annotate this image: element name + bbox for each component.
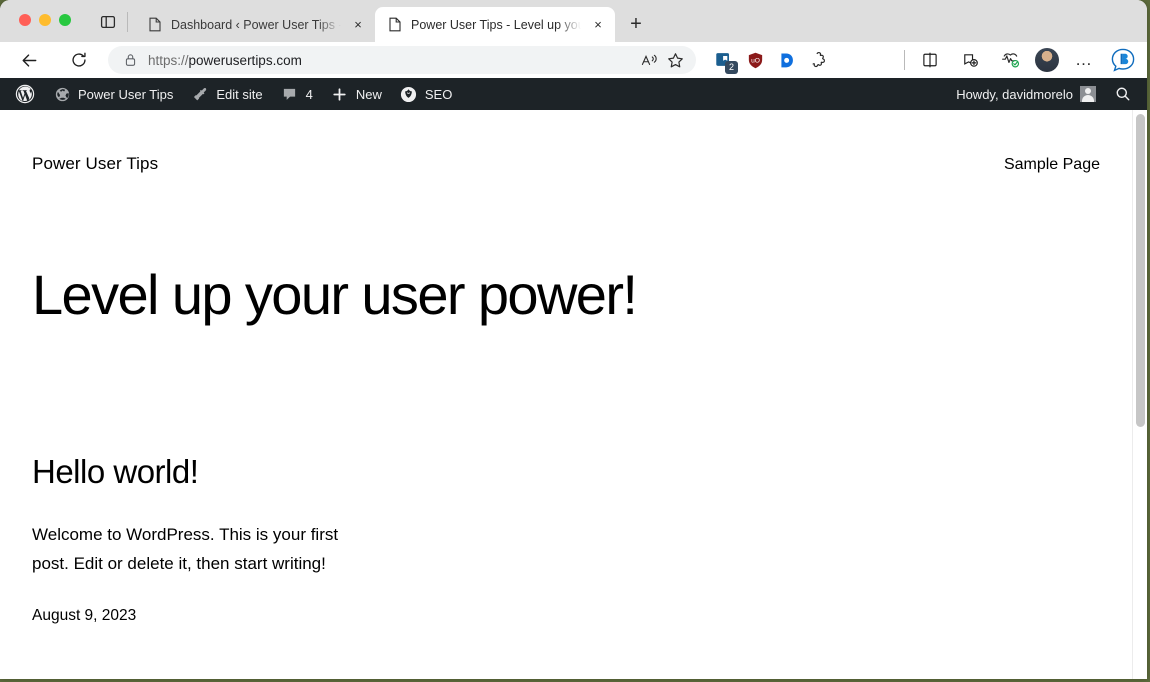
admin-bar-item-label: SEO: [425, 87, 452, 102]
page-scrollbar[interactable]: [1132, 110, 1147, 679]
toolbar-divider: [904, 50, 905, 70]
dashlane-icon[interactable]: [776, 49, 798, 71]
desktop-background: Dashboard ‹ Power User Tips - × Power Us…: [0, 0, 1150, 682]
tab-actions-icon[interactable]: [98, 13, 117, 32]
admin-bar-my-account[interactable]: Howdy, davidmorelo: [947, 78, 1105, 110]
browser-toolbar: https://powerusertips.com: [0, 42, 1147, 78]
tab-dashboard[interactable]: Dashboard ‹ Power User Tips - ×: [135, 7, 375, 42]
svg-text:uO: uO: [751, 57, 760, 64]
tab-title: Dashboard ‹ Power User Tips -: [171, 18, 341, 32]
post-date: August 9, 2023: [32, 607, 1115, 625]
profile-avatar[interactable]: [1035, 48, 1059, 72]
admin-bar-item-label: Power User Tips: [78, 87, 173, 102]
split-screen-icon[interactable]: [915, 45, 945, 75]
user-avatar: [1080, 86, 1096, 102]
admin-bar-item-edit-site[interactable]: Edit site: [182, 78, 271, 110]
reload-icon[interactable]: [64, 45, 94, 75]
admin-bar-item-comments[interactable]: 4: [272, 78, 322, 110]
url-host: powerusertips.com: [189, 53, 302, 68]
collections-badge: 2: [725, 61, 738, 74]
seo-gear-icon: [400, 85, 418, 103]
toolbar-right-group: …: [904, 45, 1137, 75]
tab-power-user-tips[interactable]: Power User Tips - Level up you ×: [375, 7, 615, 42]
minimize-window-button[interactable]: [39, 14, 51, 26]
browser-essentials-icon[interactable]: [995, 45, 1025, 75]
customize-pencil-icon: [191, 85, 209, 103]
hero-title: Level up your user power!: [32, 266, 1115, 325]
extensions-puzzle-icon[interactable]: [808, 49, 830, 71]
collections-icon[interactable]: 2: [712, 49, 734, 71]
read-aloud-icon[interactable]: [636, 47, 662, 73]
admin-bar-right-group: Howdy, davidmorelo: [947, 78, 1147, 110]
wordpress-logo-icon[interactable]: [6, 78, 44, 110]
site-title-link[interactable]: Power User Tips: [32, 154, 158, 174]
window-traffic-lights: [19, 14, 71, 26]
plus-icon: [331, 85, 349, 103]
site-header: Power User Tips Sample Page: [0, 110, 1147, 174]
browser-window: Dashboard ‹ Power User Tips - × Power Us…: [0, 0, 1147, 679]
tab-list: Dashboard ‹ Power User Tips - × Power Us…: [135, 7, 651, 42]
tab-strip: Dashboard ‹ Power User Tips - × Power Us…: [0, 0, 1147, 42]
document-icon: [387, 17, 403, 33]
back-arrow-icon[interactable]: [14, 45, 44, 75]
add-collection-icon[interactable]: [955, 45, 985, 75]
close-tab-button[interactable]: ×: [349, 16, 367, 34]
admin-bar-search-button[interactable]: [1105, 78, 1141, 110]
page-content: Level up your user power! Hello world! W…: [0, 266, 1147, 625]
star-icon[interactable]: [662, 47, 688, 73]
address-bar-text: https://powerusertips.com: [148, 53, 636, 68]
extensions-tray: 2 uO: [712, 49, 830, 71]
new-tab-button[interactable]: +: [621, 9, 651, 39]
url-scheme: https://: [148, 53, 189, 68]
close-window-button[interactable]: [19, 14, 31, 26]
lock-icon: [122, 52, 138, 68]
nav-link-sample-page[interactable]: Sample Page: [1004, 156, 1100, 174]
address-bar[interactable]: https://powerusertips.com: [108, 46, 696, 74]
admin-bar-comment-count: 4: [306, 87, 313, 102]
ublock-origin-icon[interactable]: uO: [744, 49, 766, 71]
close-tab-button[interactable]: ×: [589, 16, 607, 34]
page-viewport: Power User Tips Sample Page Level up you…: [0, 110, 1147, 679]
wordpress-admin-bar: Power User Tips Edit site 4: [0, 78, 1147, 110]
copilot-icon[interactable]: [1109, 46, 1137, 74]
admin-bar-item-site[interactable]: Power User Tips: [44, 78, 182, 110]
post-title[interactable]: Hello world!: [32, 453, 1115, 491]
tab-actions-group: [98, 12, 128, 32]
tab-divider: [127, 12, 128, 32]
comment-bubble-icon: [281, 85, 299, 103]
admin-bar-item-seo[interactable]: SEO: [391, 78, 461, 110]
admin-bar-item-label: New: [356, 87, 382, 102]
admin-bar-item-new[interactable]: New: [322, 78, 391, 110]
post-excerpt: Welcome to WordPress. This is your first…: [32, 520, 362, 578]
tab-title: Power User Tips - Level up you: [411, 18, 581, 32]
admin-bar-item-label: Edit site: [216, 87, 262, 102]
maximize-window-button[interactable]: [59, 14, 71, 26]
scrollbar-thumb[interactable]: [1136, 114, 1145, 427]
document-icon: [147, 17, 163, 33]
site-dashboard-icon: [53, 85, 71, 103]
admin-bar-greeting: Howdy, davidmorelo: [956, 87, 1073, 102]
settings-and-more-button[interactable]: …: [1069, 45, 1099, 75]
search-icon: [1114, 85, 1132, 103]
